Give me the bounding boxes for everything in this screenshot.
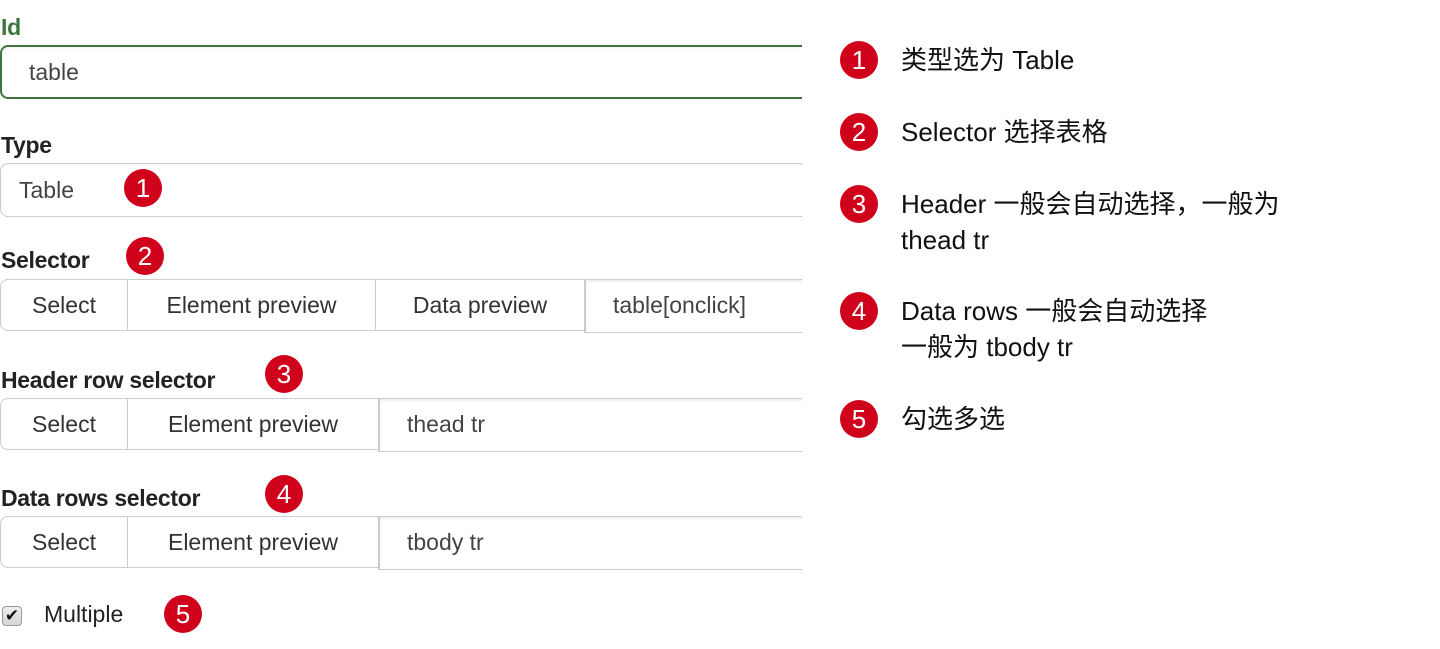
- note-badge-3: 3: [840, 185, 878, 223]
- selector-select-button[interactable]: Select: [0, 279, 127, 331]
- badge-4: 4: [265, 475, 303, 513]
- multiple-label: Multiple: [44, 601, 124, 627]
- multiple-checkbox[interactable]: ✔: [2, 606, 22, 626]
- badge-1: 1: [124, 169, 162, 207]
- header-row-selector-input[interactable]: thead tr: [378, 398, 802, 452]
- note-badge-1: 1: [840, 41, 878, 79]
- data-rows-selector-label: Data rows selector: [1, 485, 201, 511]
- selector-element-preview-button[interactable]: Element preview: [127, 279, 375, 331]
- header-element-preview-button[interactable]: Element preview: [127, 398, 378, 450]
- header-row-selector-label: Header row selector: [1, 367, 216, 393]
- id-label: Id: [1, 14, 21, 40]
- note-badge-2: 2: [840, 113, 878, 151]
- selector-label: Selector: [1, 247, 90, 273]
- note-line: 勾选多选: [901, 404, 1006, 434]
- note-line: Data rows 一般会自动选择: [901, 296, 1208, 326]
- selector-input[interactable]: table[onclick]: [584, 279, 802, 333]
- badge-5: 5: [164, 595, 202, 633]
- note-line: thead tr: [901, 225, 990, 255]
- selector-edit-form: Id table Type Table 1 Selector 2 Select …: [0, 0, 802, 649]
- note-line: 类型选为 Table: [901, 45, 1075, 75]
- note-line: 一般为 tbody tr: [901, 332, 1073, 362]
- id-input[interactable]: table: [0, 45, 802, 99]
- note-line: Header 一般会自动选择，一般为: [901, 189, 1280, 219]
- note-text-5: 勾选多选: [901, 401, 1005, 437]
- selector-input-group: Select Element preview Data preview tabl…: [0, 279, 802, 333]
- badge-3: 3: [265, 355, 303, 393]
- badge-2: 2: [126, 237, 164, 275]
- data-rows-selector-input[interactable]: tbody tr: [378, 516, 802, 570]
- note-text-3: Header 一般会自动选择，一般为 thead tr: [901, 186, 1280, 258]
- note-text-4: Data rows 一般会自动选择 一般为 tbody tr: [901, 293, 1207, 365]
- note-line: Selector 选择表格: [901, 117, 1108, 147]
- data-rows-selector-input-group: Select Element preview tbody tr: [0, 516, 802, 570]
- data-rows-element-preview-button[interactable]: Element preview: [127, 516, 378, 568]
- selector-data-preview-button[interactable]: Data preview: [375, 279, 584, 331]
- header-select-button[interactable]: Select: [0, 398, 127, 450]
- type-label: Type: [1, 132, 52, 158]
- note-badge-5: 5: [840, 400, 878, 438]
- header-row-selector-input-group: Select Element preview thead tr: [0, 398, 802, 452]
- note-text-2: Selector 选择表格: [901, 114, 1108, 150]
- note-text-1: 类型选为 Table: [901, 42, 1074, 78]
- data-rows-select-button[interactable]: Select: [0, 516, 127, 568]
- note-badge-4: 4: [840, 292, 878, 330]
- type-select[interactable]: Table: [0, 163, 802, 217]
